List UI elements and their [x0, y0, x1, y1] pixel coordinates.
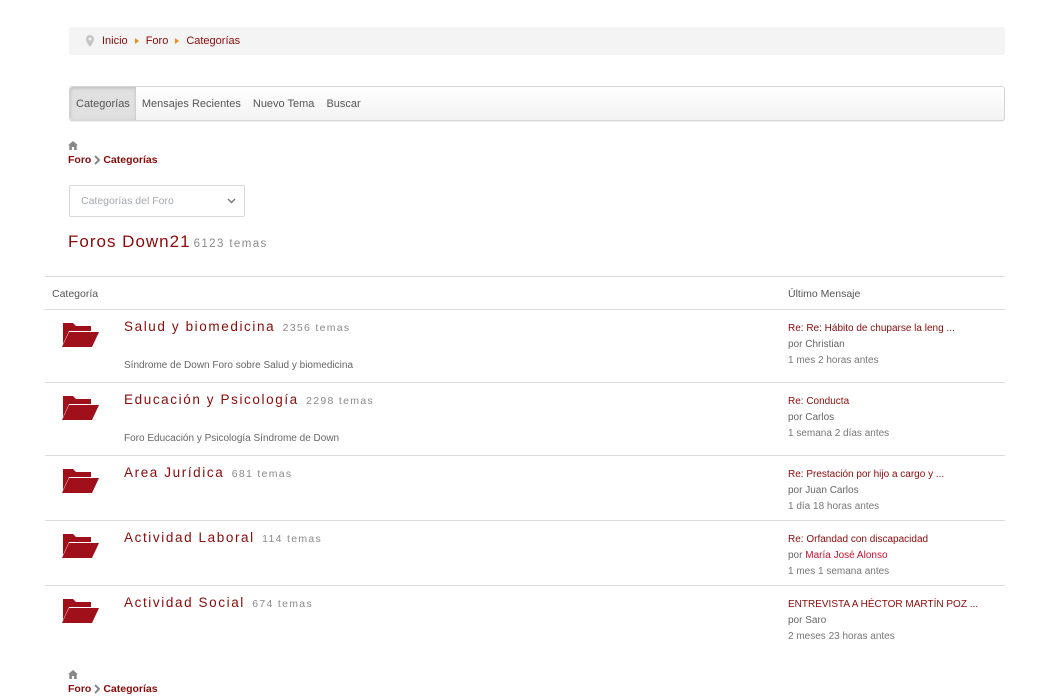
last-message-time: 1 día 18 horas antes — [788, 501, 880, 512]
tab-buscar[interactable]: Buscar — [320, 87, 366, 120]
last-message-link[interactable]: Re: Re: Hábito de chuparse la leng ... — [788, 321, 955, 337]
breadcrumb-arrow-icon — [175, 38, 180, 44]
last-message: Re: Orfandad con discapacidad por María … — [788, 532, 928, 580]
folder-open-icon — [62, 469, 99, 493]
last-message-link[interactable]: Re: Orfandad con discapacidad — [788, 532, 928, 548]
table-row: Actividad Social 674 temas ENTREVISTA A … — [45, 586, 1005, 651]
last-message-author: por Christian — [788, 337, 955, 353]
last-message: Re: Re: Hábito de chuparse la leng ... p… — [788, 321, 955, 369]
category-description: Síndrome de Down Foro sobre Salud y biom… — [124, 360, 354, 371]
category-topic-count: 114 temas — [262, 533, 323, 545]
last-message-author: por Carlos — [788, 410, 889, 426]
category-select-value: Categorías del Foro — [81, 195, 174, 207]
by-label: por — [788, 485, 803, 496]
location-pin-icon — [86, 35, 94, 47]
forum-menu: Categorías Mensajes Recientes Nuevo Tema… — [69, 86, 1005, 121]
table-row: Salud y biomedicina 2356 temas Síndrome … — [45, 310, 1005, 383]
category-name: Area Jurídica 681 temas — [124, 465, 292, 480]
last-message-time: 1 mes 1 semana antes — [788, 566, 890, 577]
last-message-time: 1 mes 2 horas antes — [788, 355, 879, 366]
pathway-link-categorias[interactable]: Categorías — [103, 154, 157, 166]
tab-categorias[interactable]: Categorías — [70, 87, 136, 120]
folder-open-icon — [62, 323, 99, 347]
tab-mensajes-recientes[interactable]: Mensajes Recientes — [136, 87, 247, 120]
folder-open-icon — [62, 599, 99, 623]
author-link[interactable]: Saro — [805, 615, 826, 626]
category-link[interactable]: Salud y biomedicina — [124, 319, 275, 334]
pathway-bottom: Foro Categorías — [68, 670, 158, 695]
category-name: Salud y biomedicina 2356 temas — [124, 319, 350, 334]
by-label: por — [788, 615, 803, 626]
last-message: ENTREVISTA A HÉCTOR MARTÍN POZ ... por S… — [788, 597, 978, 645]
last-message-author: por Juan Carlos — [788, 483, 944, 499]
chevron-right-icon — [94, 155, 101, 165]
home-icon[interactable] — [68, 141, 78, 150]
folder-open-icon — [62, 396, 99, 420]
last-message-author: por Saro — [788, 613, 978, 629]
forum-topic-count: 6123 temas — [193, 238, 268, 250]
category-link[interactable]: Area Jurídica — [124, 465, 224, 480]
pathway-link-foro[interactable]: Foro — [68, 154, 91, 166]
category-name: Educación y Psicología 2298 temas — [124, 392, 374, 407]
author-link[interactable]: Juan Carlos — [805, 485, 858, 496]
category-link[interactable]: Actividad Social — [124, 595, 245, 610]
category-name: Actividad Social 674 temas — [124, 595, 313, 610]
column-header-category: Categoría — [52, 288, 99, 300]
by-label: por — [788, 412, 803, 423]
last-message-time: 1 semana 2 días antes — [788, 428, 890, 439]
last-message: Re: Conducta por Carlos 1 semana 2 días … — [788, 394, 889, 442]
forum-title-text[interactable]: Foros Down21 — [68, 232, 191, 251]
last-message-link[interactable]: Re: Conducta — [788, 394, 889, 410]
chevron-down-icon — [227, 198, 236, 204]
home-icon[interactable] — [68, 670, 78, 679]
chevron-right-icon — [94, 684, 101, 694]
last-message-author: por María José Alonso — [788, 548, 928, 564]
category-name: Actividad Laboral 114 temas — [124, 530, 322, 545]
breadcrumb-arrow-icon — [134, 38, 139, 44]
by-label: por — [788, 339, 803, 350]
table-row: Area Jurídica 681 temas Re: Prestación p… — [45, 456, 1005, 521]
category-topic-count: 674 temas — [252, 598, 313, 610]
breadcrumb-link-inicio[interactable]: Inicio — [102, 35, 128, 47]
by-label: por — [788, 550, 803, 561]
category-link[interactable]: Educación y Psicología — [124, 392, 299, 407]
author-link[interactable]: Christian — [805, 339, 844, 350]
category-topic-count: 681 temas — [231, 468, 293, 480]
breadcrumb: Inicio Foro Categorías — [69, 27, 1005, 55]
breadcrumb-link-categorias[interactable]: Categorías — [186, 35, 240, 47]
author-link[interactable]: Carlos — [805, 412, 834, 423]
category-topic-count: 2356 temas — [282, 322, 351, 334]
breadcrumb-link-foro[interactable]: Foro — [146, 35, 169, 47]
last-message-time: 2 meses 23 horas antes — [788, 631, 895, 642]
last-message-link[interactable]: Re: Prestación por hijo a cargo y ... — [788, 467, 944, 483]
category-link[interactable]: Actividad Laboral — [124, 530, 255, 545]
table-header: Categoría Último Mensaje — [45, 277, 1005, 310]
last-message-link[interactable]: ENTREVISTA A HÉCTOR MARTÍN POZ ... — [788, 597, 978, 613]
category-topic-count: 2298 temas — [306, 395, 375, 407]
last-message: Re: Prestación por hijo a cargo y ... po… — [788, 467, 944, 515]
category-table: Categoría Último Mensaje Salud y biomedi… — [45, 276, 1005, 651]
category-description: Foro Educación y Psicología Síndrome de … — [124, 433, 340, 444]
page-title: Foros Down21 6123 temas — [68, 232, 268, 252]
table-row: Actividad Laboral 114 temas Re: Orfandad… — [45, 521, 1005, 586]
category-select[interactable]: Categorías del Foro — [69, 185, 245, 217]
table-row: Educación y Psicología 2298 temas Foro E… — [45, 383, 1005, 456]
pathway-link-categorias[interactable]: Categorías — [103, 683, 157, 695]
folder-open-icon — [62, 534, 99, 558]
column-header-last-message: Último Mensaje — [788, 288, 861, 300]
pathway-link-foro[interactable]: Foro — [68, 683, 91, 695]
tab-nuevo-tema[interactable]: Nuevo Tema — [247, 87, 321, 120]
author-link-moderator[interactable]: María José Alonso — [805, 550, 887, 561]
pathway: Foro Categorías — [68, 141, 158, 166]
